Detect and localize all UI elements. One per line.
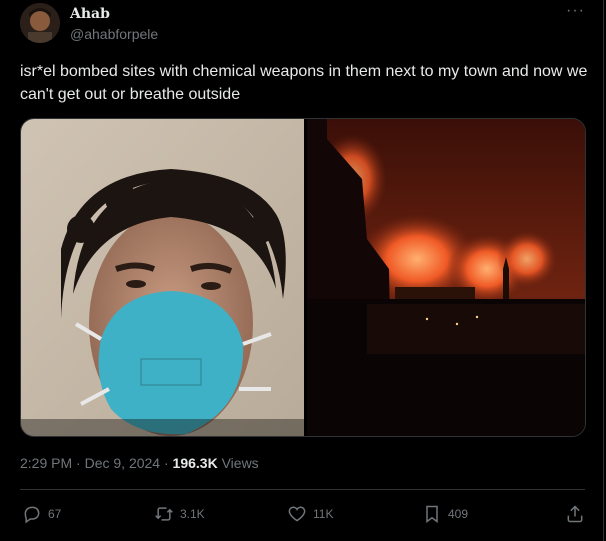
author-handle[interactable]: @ahabforpele [70,26,158,42]
author-name[interactable]: Ahab [70,6,110,22]
views-label: Views [221,455,259,471]
reply-count: 67 [48,507,62,521]
bookmark-count: 409 [448,507,469,521]
like-icon [288,506,306,522]
meta-separator-2: · [160,455,173,471]
photo-masked-person[interactable] [21,119,304,436]
like-button[interactable]: 11K [287,504,422,524]
tweet-date[interactable]: Dec 9, 2024 [85,455,161,471]
tweet-text: isr*el bombed sites with chemical weapon… [20,63,588,103]
reply-button[interactable]: 67 [22,504,154,524]
bookmark-icon [426,505,438,523]
media-gallery[interactable] [20,118,586,437]
more-icon[interactable]: ··· [566,2,585,20]
like-count: 11K [313,507,334,521]
bookmark-button[interactable]: 409 [422,504,547,524]
repost-button[interactable]: 3.1K [154,504,287,524]
share-icon [567,505,583,523]
tweet: Ahab @ahabforpele ··· isr*el bombed site… [0,0,604,541]
views-count: 196.3K [172,455,218,471]
divider [20,489,585,490]
tweet-meta: 2:29 PM · Dec 9, 2024 · 196.3K Views [20,455,259,471]
reply-icon [24,506,40,524]
repost-count: 3.1K [180,507,205,521]
tweet-time[interactable]: 2:29 PM [20,455,72,471]
repost-icon [155,507,173,521]
meta-separator: · [72,455,85,471]
action-bar: 67 3.1K 11K 409 [20,501,585,527]
share-button[interactable] [565,504,585,524]
photo-explosion-night[interactable] [307,119,585,436]
avatar[interactable] [20,3,60,43]
